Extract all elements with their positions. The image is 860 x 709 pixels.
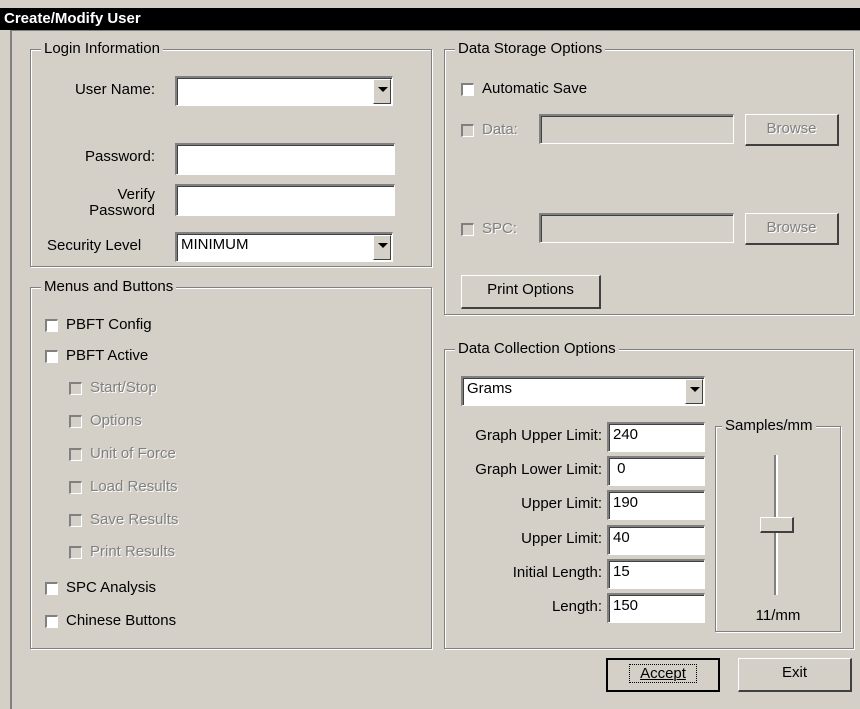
checkbox-box xyxy=(461,222,474,236)
checkbox-label: Automatic Save xyxy=(482,80,588,97)
security-level-value: MINIMUM xyxy=(181,236,249,253)
verify-password-label-line2: Password xyxy=(89,202,155,219)
checkbox-box[interactable] xyxy=(461,82,474,96)
spc-path-field xyxy=(539,213,734,243)
samples-slider-thumb[interactable] xyxy=(760,517,794,533)
upper-limit-2-label: Upper Limit: xyxy=(521,530,602,547)
spc-path-checkbox: SPC: xyxy=(461,220,517,238)
checkbox-label: PBFT Config xyxy=(66,316,152,333)
checkbox-box[interactable] xyxy=(45,581,58,595)
load-results-checkbox: Load Results xyxy=(69,478,178,496)
spc-browse-button: Browse xyxy=(745,213,839,245)
window-title: Create/Modify User xyxy=(0,8,860,30)
checkbox-label: Chinese Buttons xyxy=(66,612,177,629)
button-label: Browse xyxy=(766,120,817,137)
data-collection-options-group: Data Collection Options Grams Graph Uppe… xyxy=(444,340,854,649)
button-label: Browse xyxy=(766,219,817,236)
exit-button[interactable]: Exit xyxy=(738,658,852,692)
unit-of-force-checkbox: Unit of Force xyxy=(69,445,176,463)
initial-length-value: 15 xyxy=(613,563,630,580)
username-combobox[interactable] xyxy=(175,76,393,106)
upper-limit-2-value: 40 xyxy=(613,529,630,546)
checkbox-label: Start/Stop xyxy=(90,379,157,396)
initial-length-field[interactable]: 15 xyxy=(607,559,705,589)
upper-limit-label: Upper Limit: xyxy=(521,495,602,512)
verify-password-field[interactable] xyxy=(175,184,395,216)
pbft-config-checkbox[interactable]: PBFT Config xyxy=(45,316,152,334)
options-checkbox: Options xyxy=(69,412,142,430)
length-value: 150 xyxy=(613,597,639,614)
button-label: Exit xyxy=(781,664,807,681)
checkbox-box xyxy=(69,513,82,527)
password-label: Password: xyxy=(84,148,155,165)
dialog-body: Login Information User Name: Password: V… xyxy=(10,30,860,709)
button-label: Print Options xyxy=(487,281,574,298)
security-level-combobox[interactable]: MINIMUM xyxy=(175,232,393,262)
checkbox-label: PBFT Active xyxy=(66,347,149,364)
username-dropdown-icon[interactable] xyxy=(373,79,391,104)
username-label: User Name: xyxy=(74,81,155,98)
graph-upper-limit-label: Graph Upper Limit: xyxy=(475,427,602,444)
data-collection-options-legend: Data Collection Options xyxy=(455,340,619,358)
checkbox-label: Print Results xyxy=(90,543,176,560)
samples-value: 11/mm xyxy=(755,607,801,624)
checkbox-label: Unit of Force xyxy=(90,445,176,462)
checkbox-label: SPC Analysis xyxy=(66,579,157,596)
chinese-buttons-checkbox[interactable]: Chinese Buttons xyxy=(45,612,176,630)
print-options-button[interactable]: Print Options xyxy=(461,275,601,309)
initial-length-label: Initial Length: xyxy=(512,564,602,581)
length-field[interactable]: 150 xyxy=(607,593,705,623)
automatic-save-checkbox[interactable]: Automatic Save xyxy=(461,80,587,98)
start-stop-checkbox: Start/Stop xyxy=(69,379,157,397)
security-level-label: Security Level xyxy=(47,237,142,254)
accept-button[interactable]: Accept xyxy=(606,658,720,692)
graph-lower-limit-field[interactable]: 0 xyxy=(607,456,705,486)
menus-and-buttons-legend: Menus and Buttons xyxy=(41,278,177,296)
checkbox-box xyxy=(69,447,82,461)
checkbox-box[interactable] xyxy=(45,349,58,363)
checkbox-box xyxy=(69,414,82,428)
graph-lower-limit-value: 0 xyxy=(613,460,626,477)
unit-dropdown-icon[interactable] xyxy=(685,379,703,404)
length-label: Length: xyxy=(551,598,602,615)
upper-limit-field[interactable]: 190 xyxy=(607,490,705,520)
unit-combobox[interactable]: Grams xyxy=(461,376,705,406)
login-information-legend: Login Information xyxy=(41,40,163,58)
print-results-checkbox: Print Results xyxy=(69,543,175,561)
save-results-checkbox: Save Results xyxy=(69,511,178,529)
checkbox-box[interactable] xyxy=(45,318,58,332)
checkbox-label: Save Results xyxy=(90,511,179,528)
graph-upper-limit-value: 240 xyxy=(613,426,639,443)
pbft-active-checkbox[interactable]: PBFT Active xyxy=(45,347,148,365)
checkbox-label: Data: xyxy=(482,121,518,138)
graph-lower-limit-label: Graph Lower Limit: xyxy=(475,461,602,478)
spc-analysis-checkbox[interactable]: SPC Analysis xyxy=(45,579,156,597)
samples-per-mm-group: Samples/mm 11/mm xyxy=(715,417,841,632)
data-path-field xyxy=(539,114,734,144)
checkbox-box xyxy=(69,480,82,494)
checkbox-box xyxy=(461,123,474,137)
graph-upper-limit-field[interactable]: 240 xyxy=(607,422,705,452)
login-information-group: Login Information User Name: Password: V… xyxy=(30,40,432,267)
checkbox-label: SPC: xyxy=(482,220,518,237)
data-browse-button: Browse xyxy=(745,114,839,146)
checkbox-box xyxy=(69,545,82,559)
unit-value: Grams xyxy=(467,380,512,397)
data-storage-options-group: Data Storage Options Automatic Save Data… xyxy=(444,40,854,315)
menus-and-buttons-group: Menus and Buttons PBFT Config PBFT Activ… xyxy=(30,278,432,649)
data-storage-options-legend: Data Storage Options xyxy=(455,40,606,58)
checkbox-label: Load Results xyxy=(90,478,178,495)
upper-limit-2-field[interactable]: 40 xyxy=(607,525,705,555)
password-field[interactable] xyxy=(175,143,395,175)
create-modify-user-window: Create/Modify User Login Information Use… xyxy=(0,0,860,709)
upper-limit-value: 190 xyxy=(613,494,639,511)
button-label: Accept xyxy=(629,664,697,683)
checkbox-box[interactable] xyxy=(45,614,58,628)
checkbox-label: Options xyxy=(90,412,142,429)
checkbox-box xyxy=(69,381,82,395)
samples-per-mm-legend: Samples/mm xyxy=(722,417,816,435)
security-level-dropdown-icon[interactable] xyxy=(373,235,391,260)
data-path-checkbox: Data: xyxy=(461,121,518,139)
